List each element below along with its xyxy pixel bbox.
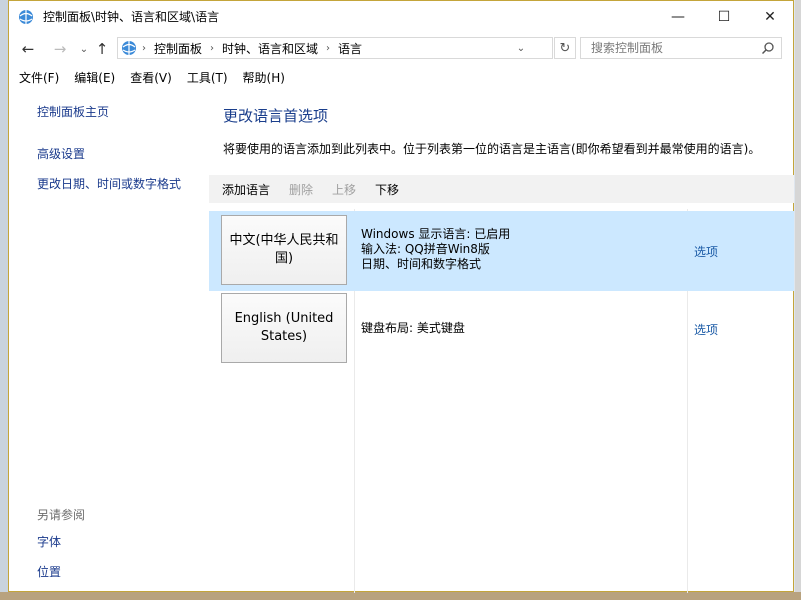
control-panel-globe-icon (122, 41, 136, 55)
language-info: Windows 显示语言: 已启用 输入法: QQ拼音Win8版 日期、时间和数… (361, 227, 510, 272)
close-button[interactable]: ✕ (747, 1, 793, 32)
see-also-link-fonts[interactable]: 字体 (37, 533, 85, 550)
see-also-heading: 另请参阅 (37, 508, 86, 522)
add-language-button[interactable]: 添加语言 (222, 181, 270, 198)
move-up-button[interactable]: 上移 (332, 181, 356, 198)
language-tile[interactable]: 中文(中华人民共和国) (221, 215, 347, 285)
window-controls: — ☐ ✕ (655, 1, 793, 32)
forward-arrow-icon[interactable]: → (49, 38, 71, 60)
breadcrumb-clock-language-region[interactable]: 时钟、语言和区域 (222, 40, 318, 57)
sidebar-link-change-date-format[interactable]: 更改日期、时间或数字格式 (37, 175, 207, 192)
see-also-link-location[interactable]: 位置 (37, 563, 85, 580)
chevron-right-icon: › (210, 42, 215, 54)
language-row-english[interactable]: English (United States) 键盘布局: 美式键盘 选项 (209, 291, 794, 371)
address-bar-row: ← → ⌄ ↑ › 控制面板 › 时钟、语言和区域 › 语言 ⌄ ↻ (9, 34, 793, 62)
search-icon (761, 42, 774, 55)
breadcrumb-language[interactable]: 语言 (338, 40, 362, 57)
menu-help[interactable]: 帮助(H) (238, 67, 290, 89)
sidebar: 控制面板主页 高级设置 更改日期、时间或数字格式 (37, 103, 207, 205)
address-box[interactable]: › 控制面板 › 时钟、语言和区域 › 语言 ⌄ (117, 37, 553, 59)
language-toolbar: 添加语言 删除 上移 下移 (209, 175, 794, 203)
desktop-background-left (0, 0, 8, 600)
sidebar-link-advanced-settings[interactable]: 高级设置 (37, 145, 207, 162)
page-description: 将要使用的语言添加到此列表中。位于列表第一位的语言是主语言(即你希望看到并最常使… (223, 142, 761, 156)
desktop-background-bottom (0, 592, 801, 600)
up-arrow-icon[interactable]: ↑ (91, 38, 113, 60)
desktop-background-right (795, 0, 801, 600)
main-content: 更改语言首选项 将要使用的语言添加到此列表中。位于列表第一位的语言是主语言(即你… (223, 105, 793, 171)
breadcrumb-control-panel[interactable]: 控制面板 (154, 40, 202, 57)
move-down-button[interactable]: 下移 (375, 181, 399, 198)
refresh-icon[interactable]: ↻ (554, 37, 576, 59)
chevron-right-icon: › (326, 42, 331, 54)
title-bar: 控制面板\时钟、语言和区域\语言 — ☐ ✕ (9, 1, 793, 32)
window-title: 控制面板\时钟、语言和区域\语言 (43, 10, 220, 24)
page-title: 更改语言首选项 (223, 107, 329, 125)
menu-file[interactable]: 文件(F) (14, 67, 64, 89)
language-info: 键盘布局: 美式键盘 (361, 321, 465, 336)
menu-view[interactable]: 查看(V) (125, 67, 177, 89)
language-options-link[interactable]: 选项 (694, 321, 718, 338)
language-list: 中文(中华人民共和国) Windows 显示语言: 已启用 输入法: QQ拼音W… (209, 209, 794, 593)
keyboard-layout-info: 键盘布局: 美式键盘 (361, 321, 465, 335)
input-method-info: 输入法: QQ拼音Win8版 (361, 242, 490, 256)
control-panel-window: 控制面板\时钟、语言和区域\语言 — ☐ ✕ ← → ⌄ ↑ › 控制面板 › … (8, 0, 794, 593)
date-time-format-info: 日期、时间和数字格式 (361, 257, 482, 271)
language-tile[interactable]: English (United States) (221, 293, 347, 363)
remove-language-button[interactable]: 删除 (289, 181, 313, 198)
menu-bar: 文件(F) 编辑(E) 查看(V) 工具(T) 帮助(H) (9, 67, 290, 89)
maximize-button[interactable]: ☐ (701, 1, 747, 32)
language-options-link[interactable]: 选项 (694, 243, 718, 260)
menu-edit[interactable]: 编辑(E) (69, 67, 120, 89)
address-dropdown-icon[interactable]: ⌄ (512, 38, 530, 58)
menu-tools[interactable]: 工具(T) (182, 67, 233, 89)
minimize-button[interactable]: — (655, 1, 701, 32)
language-row-chinese[interactable]: 中文(中华人民共和国) Windows 显示语言: 已启用 输入法: QQ拼音W… (209, 211, 794, 291)
chevron-right-icon: › (142, 42, 146, 54)
see-also-section: 另请参阅 字体 位置 (37, 506, 85, 593)
back-arrow-icon[interactable]: ← (17, 38, 39, 60)
control-panel-globe-icon (19, 9, 33, 24)
search-input[interactable] (589, 40, 753, 56)
sidebar-link-control-panel-home[interactable]: 控制面板主页 (37, 103, 207, 120)
display-language-status: Windows 显示语言: 已启用 (361, 227, 511, 241)
search-box[interactable] (580, 37, 782, 59)
